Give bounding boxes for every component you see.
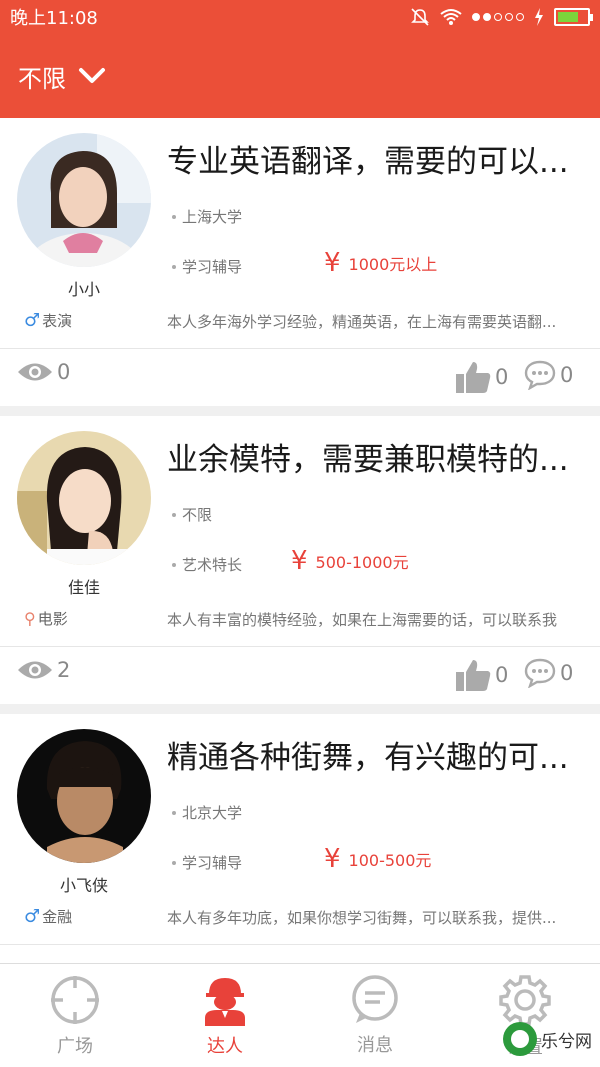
category-label: 学习辅导 (182, 854, 243, 872)
views-count: 0 (57, 360, 71, 384)
price: ¥ 100-500元 (324, 844, 431, 874)
talent-card[interactable]: 小小 ♂ 表演 专业英语翻译，需要的可以... 上海大学 学习辅导 ¥ 1000… (0, 118, 600, 406)
yen-icon: ¥ (291, 546, 308, 576)
card-description: 本人多年海外学习经验，精通英语，在上海有需要英语翻... (167, 313, 557, 331)
gear-icon (499, 974, 551, 1026)
chevron-down-icon (79, 68, 105, 83)
divider (0, 646, 600, 647)
category: 学习辅导 (172, 256, 242, 277)
eye-icon (18, 661, 52, 679)
school-label: 上海大学 (182, 208, 243, 226)
divider (0, 348, 600, 349)
watermark: 乐兮网 (503, 1022, 592, 1056)
signal-icon (472, 13, 524, 21)
bullet-icon (172, 214, 176, 219)
filter-label: 不限 (18, 64, 66, 93)
tag-label: 电影 (37, 610, 68, 628)
bullet-icon (172, 810, 176, 815)
school-label: 不限 (182, 506, 213, 524)
user-name: 小小 (67, 280, 100, 299)
mute-bell-icon (411, 8, 429, 26)
watermark-logo-icon (503, 1022, 537, 1056)
yen-icon: ¥ (324, 844, 341, 874)
like-button[interactable]: 0 (455, 360, 508, 394)
card-description: 本人有多年功底，如果你想学习街舞，可以联系我，提供... (167, 909, 557, 927)
school: 不限 (172, 504, 212, 525)
price-label: 500-1000元 (315, 553, 409, 572)
wifi-icon (440, 9, 462, 25)
divider (0, 944, 600, 945)
price-label: 1000元以上 (348, 255, 438, 274)
nav-item-messages[interactable]: 消息 (300, 964, 450, 1067)
card-stats: 0 0 0 (0, 360, 600, 396)
category: 艺术特长 (172, 554, 242, 575)
price: ¥ 1000元以上 (324, 248, 437, 278)
category-label: 艺术特长 (182, 556, 243, 574)
yen-icon: ¥ (324, 248, 341, 278)
bullet-icon (172, 562, 176, 567)
crosshair-icon (51, 975, 99, 1024)
charging-icon (535, 8, 543, 26)
comment-button[interactable]: 0 (524, 658, 573, 688)
avatar[interactable] (17, 431, 151, 565)
male-icon: ♂ (24, 309, 41, 331)
views-stat: 0 (17, 360, 70, 384)
avatar[interactable] (17, 729, 151, 863)
nav-label: 广场 (57, 1035, 93, 1057)
card-title: 业余模特，需要兼职模特的... (167, 442, 569, 478)
card-stats: 2 0 0 (0, 658, 600, 694)
nav-label: 消息 (357, 1034, 393, 1056)
price-label: 100-500元 (348, 851, 432, 870)
status-time: 晚上11:08 (10, 8, 98, 29)
user-tag: ⚲ 电影 (24, 608, 68, 629)
user-name: 佳佳 (67, 578, 100, 597)
status-bar: 晚上11:08 (0, 0, 600, 34)
status-icons (410, 7, 593, 27)
like-button[interactable]: 0 (455, 658, 508, 692)
male-icon: ♂ (24, 905, 41, 927)
comment-button[interactable]: 0 (524, 360, 573, 390)
female-icon: ⚲ (24, 608, 36, 628)
tag-label: 表演 (42, 312, 73, 330)
talent-card[interactable]: 小飞侠 ♂ 金融 精通各种街舞，有兴趣的可... 北京大学 学习辅导 ¥ 100… (0, 714, 600, 1002)
talent-card[interactable]: 佳佳 ⚲ 电影 业余模特，需要兼职模特的... 不限 艺术特长 ¥ 500-10… (0, 416, 600, 704)
likes-count: 0 (495, 365, 509, 389)
card-title: 精通各种街舞，有兴趣的可... (167, 740, 569, 776)
nav-item-square[interactable]: 广场 (0, 964, 150, 1067)
chat-icon (352, 974, 398, 1023)
avatar[interactable] (17, 133, 151, 267)
top-header: 不限 (0, 34, 600, 118)
bullet-icon (172, 860, 176, 865)
comments-count: 0 (560, 363, 574, 387)
thumbs-up-icon (456, 660, 491, 691)
views-stat: 2 (17, 658, 70, 682)
eye-icon (18, 363, 52, 381)
filter-dropdown[interactable]: 不限 (18, 59, 106, 94)
school: 上海大学 (172, 206, 242, 227)
user-tag: ♂ 表演 (24, 310, 72, 331)
comments-count: 0 (560, 661, 574, 685)
school: 北京大学 (172, 802, 242, 823)
views-count: 2 (57, 658, 71, 682)
worker-icon (205, 977, 245, 1026)
thumbs-up-icon (456, 362, 491, 393)
user-tag: ♂ 金融 (24, 906, 72, 927)
watermark-text: 乐兮网 (541, 1031, 592, 1052)
category-label: 学习辅导 (182, 258, 243, 276)
likes-count: 0 (495, 663, 509, 687)
price: ¥ 500-1000元 (291, 546, 409, 576)
user-name: 小飞侠 (59, 876, 108, 895)
bullet-icon (172, 512, 176, 517)
comment-icon (524, 658, 556, 688)
comment-icon (524, 360, 556, 390)
nav-label: 达人 (207, 1035, 243, 1057)
card-title: 专业英语翻译，需要的可以... (167, 144, 569, 180)
category: 学习辅导 (172, 852, 242, 873)
battery-icon (554, 8, 593, 26)
nav-item-talent[interactable]: 达人 (150, 964, 300, 1067)
card-description: 本人有丰富的模特经验，如果在上海需要的话，可以联系我 (167, 611, 558, 629)
bullet-icon (172, 264, 176, 269)
tag-label: 金融 (42, 908, 73, 926)
school-label: 北京大学 (182, 804, 243, 822)
